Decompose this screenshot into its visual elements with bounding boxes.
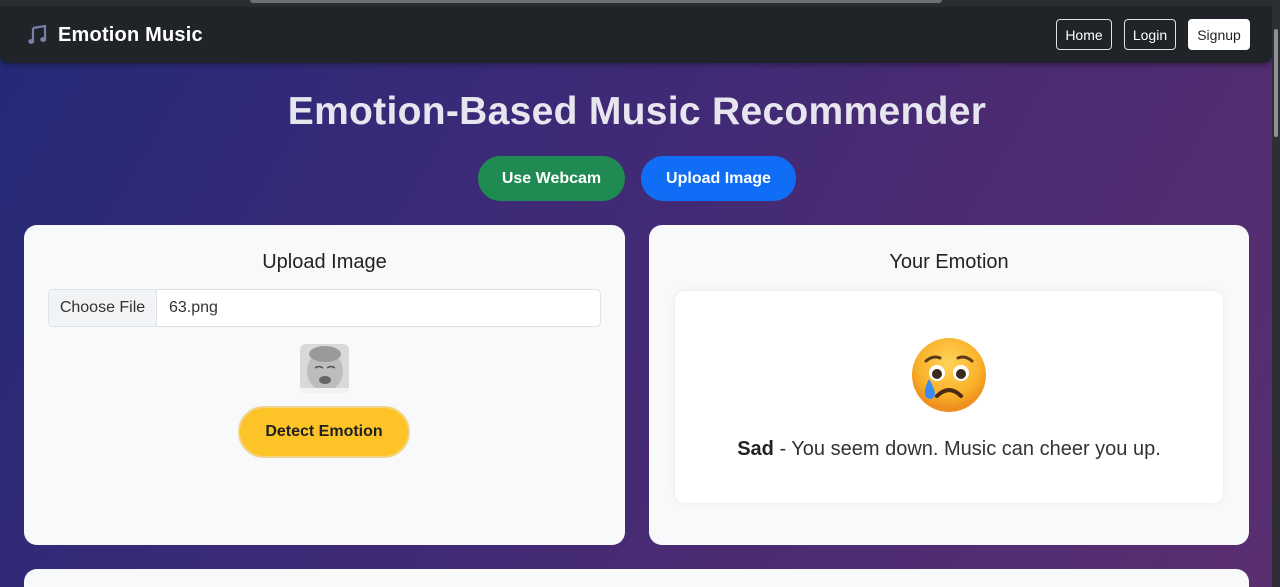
selected-file-name: 63.png (169, 299, 218, 316)
sad-face-tear-icon (909, 335, 989, 415)
upload-image-button[interactable]: Upload Image (641, 156, 796, 201)
page-title: Emotion-Based Music Recommender (287, 90, 987, 133)
emotion-description: Sad - You seem down. Music can cheer you… (675, 438, 1223, 461)
emotion-label: Sad (737, 438, 774, 460)
emotion-card: Your Emotion Sad - You seem down. Music … (649, 225, 1249, 545)
music-notes-icon (26, 23, 50, 47)
browser-top-strip (0, 0, 1280, 7)
upload-card-heading: Upload Image (262, 251, 387, 273)
recommendations-card (24, 569, 1249, 587)
navbar: Emotion Music Home Login Signup (0, 7, 1272, 63)
use-webcam-button[interactable]: Use Webcam (478, 156, 625, 201)
home-button[interactable]: Home (1056, 19, 1112, 50)
upload-card: Upload Image Choose File 63.png Detect E… (24, 225, 625, 545)
uploaded-image-preview (300, 344, 349, 393)
emotion-card-heading: Your Emotion (889, 251, 1009, 273)
file-input[interactable]: Choose File 63.png (48, 289, 601, 327)
detect-emotion-button[interactable]: Detect Emotion (238, 406, 410, 458)
scrollbar-thumb[interactable] (1274, 29, 1278, 137)
emotion-message: - You seem down. Music can cheer you up. (773, 438, 1161, 460)
brand[interactable]: Emotion Music (26, 23, 203, 47)
brand-name: Emotion Music (58, 23, 203, 46)
login-button[interactable]: Login (1124, 19, 1176, 50)
choose-file-button[interactable]: Choose File (49, 290, 157, 326)
signup-button[interactable]: Signup (1188, 19, 1250, 50)
emotion-result: Sad - You seem down. Music can cheer you… (675, 291, 1223, 503)
